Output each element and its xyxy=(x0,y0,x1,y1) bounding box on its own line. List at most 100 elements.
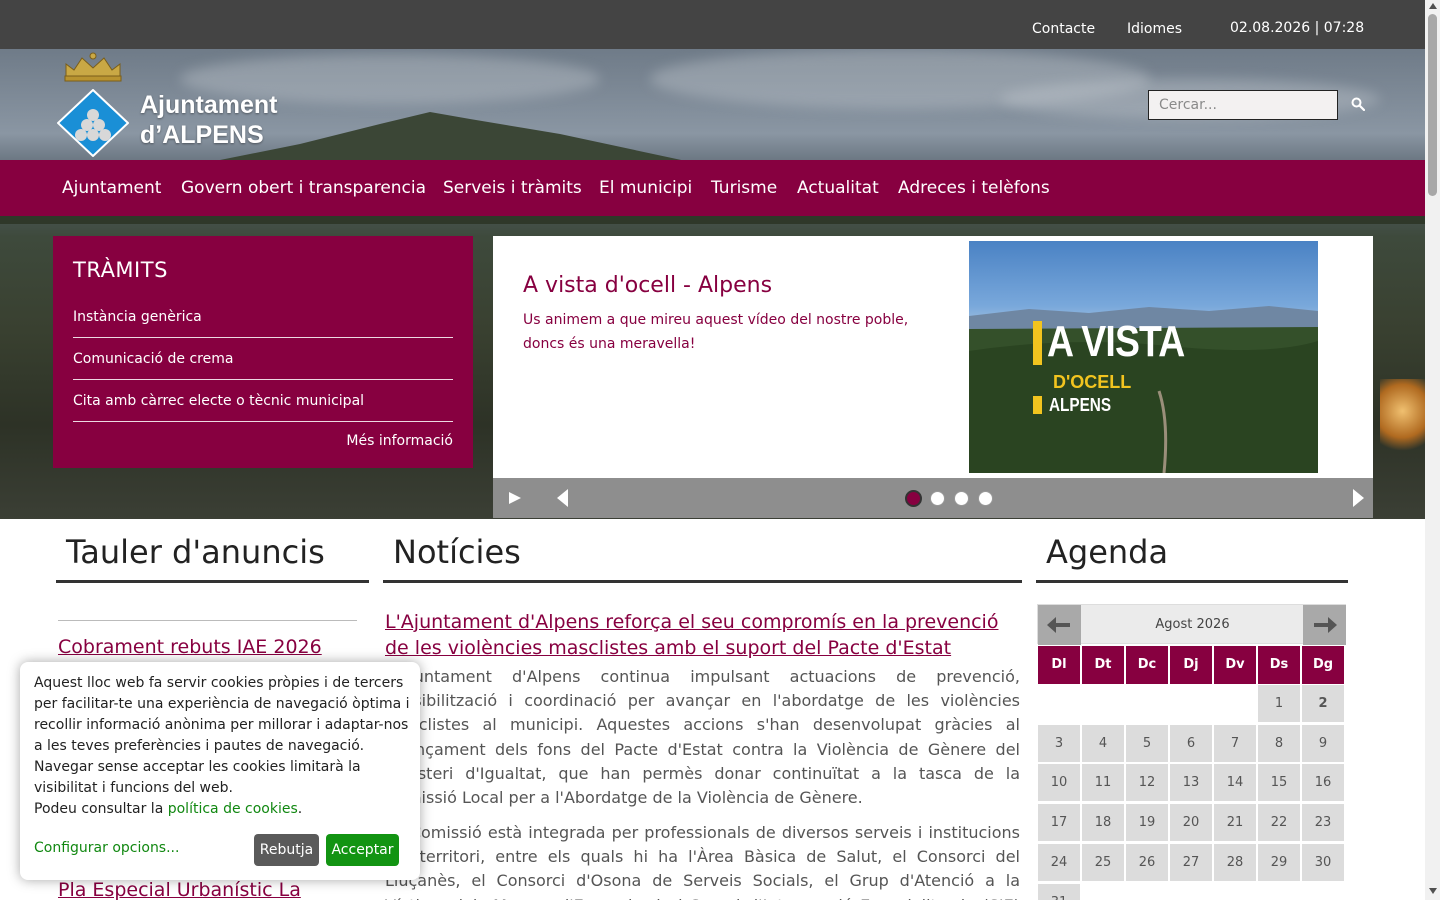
calendar-weekday-1: Dl xyxy=(1038,646,1080,684)
cookie-accept-button[interactable]: Acceptar xyxy=(326,834,399,866)
nav-item-adreces-telefons[interactable]: Adreces i telèfons xyxy=(898,178,1050,198)
calendar-day-21[interactable]: 21 xyxy=(1214,804,1256,842)
news-paragraph-1: L'Ajuntament d'Alpens continua impulsant… xyxy=(385,667,1020,808)
tauler-divider xyxy=(56,580,369,583)
current-datetime: 02.08.2026 | 07:28 xyxy=(1230,20,1365,36)
play-icon[interactable] xyxy=(508,491,522,505)
top-bar: Contacte Idiomes 02.08.2026 | 07:28 xyxy=(0,0,1425,49)
cookie-configure-link[interactable]: Configurar opcions... xyxy=(34,840,179,856)
calendar-day-2[interactable]: 2 xyxy=(1302,685,1344,722)
tramit-link-crema[interactable]: Comunicació de crema xyxy=(73,338,453,380)
cookie-reject-button[interactable]: Rebutja xyxy=(254,834,319,866)
calendar-day-6[interactable]: 6 xyxy=(1170,724,1212,762)
calendar-day-31[interactable]: 31 xyxy=(1038,883,1080,900)
calendar-day-4[interactable]: 4 xyxy=(1082,724,1124,762)
coat-of-arms-icon xyxy=(57,89,129,157)
slider-controls xyxy=(493,478,1373,518)
calendar-day-14[interactable]: 14 xyxy=(1214,764,1256,802)
nav-item-serveis-tramits[interactable]: Serveis i tràmits xyxy=(443,178,582,198)
cookie-policy-suffix: . xyxy=(297,801,303,817)
calendar-weekday-7: Dg xyxy=(1302,646,1344,684)
calendar-day-11[interactable]: 11 xyxy=(1082,764,1124,802)
page-scrollbar[interactable] xyxy=(1425,0,1440,900)
slider-dot-4[interactable] xyxy=(978,491,993,506)
cookie-message: Aquest lloc web fa servir cookies pròpie… xyxy=(34,673,410,820)
calendar-day-25[interactable]: 25 xyxy=(1082,843,1124,881)
calendar-day-10[interactable]: 10 xyxy=(1038,764,1080,802)
slider-dot-3[interactable] xyxy=(954,491,969,506)
cookie-consent-dialog: Aquest lloc web fa servir cookies pròpie… xyxy=(20,662,420,880)
calendar-day-30[interactable]: 30 xyxy=(1302,843,1344,881)
slide-image-text-1: A VISTA xyxy=(1047,317,1185,366)
calendar-day-13[interactable]: 13 xyxy=(1170,764,1212,802)
calendar-next-month[interactable] xyxy=(1303,605,1346,645)
calendar-day-1[interactable]: 1 xyxy=(1258,685,1300,722)
calendar-day-12[interactable]: 12 xyxy=(1126,764,1168,802)
arrow-right-icon xyxy=(1314,617,1337,633)
calendar-day-9[interactable]: 9 xyxy=(1302,724,1344,762)
cookie-policy-link[interactable]: política de cookies xyxy=(168,801,298,817)
nav-item-actualitat[interactable]: Actualitat xyxy=(797,178,879,198)
nav-item-el-municipi[interactable]: El municipi xyxy=(599,178,692,198)
calendar-day-23[interactable]: 23 xyxy=(1302,804,1344,842)
search-icon[interactable] xyxy=(1351,97,1365,111)
noticies-divider xyxy=(383,580,1022,583)
tramit-link-cita[interactable]: Cita amb càrrec electe o tècnic municipa… xyxy=(73,380,453,422)
calendar-header: Agost 2026 xyxy=(1037,604,1346,645)
calendar-day-8[interactable]: 8 xyxy=(1258,724,1300,762)
calendar-weekday-4: Dj xyxy=(1170,646,1212,684)
tauler-heading: Tauler d'anuncis xyxy=(66,533,325,571)
languages-link[interactable]: Idiomes xyxy=(1127,21,1182,37)
agenda-divider xyxy=(1036,580,1348,583)
nav-item-govern-obert[interactable]: Govern obert i transparencia xyxy=(181,178,426,198)
calendar-day-3[interactable]: 3 xyxy=(1038,724,1080,762)
previous-slide-icon[interactable] xyxy=(557,489,569,507)
calendar-day-19[interactable]: 19 xyxy=(1126,804,1168,842)
search-input[interactable] xyxy=(1148,90,1338,120)
tauler-separator xyxy=(58,620,357,621)
calendar-day-15[interactable]: 15 xyxy=(1258,764,1300,802)
tramits-panel: TRÀMITS Instància genèrica Comunicació d… xyxy=(53,236,473,468)
tauler-item-pla-especial[interactable]: Pla Especial Urbanístic La xyxy=(58,879,301,900)
scroll-down-arrow-icon[interactable] xyxy=(1429,888,1437,894)
slide-image-text-3: ALPENS xyxy=(1049,395,1112,415)
calendar-day-7[interactable]: 7 xyxy=(1214,724,1256,762)
calendar-day-28[interactable]: 28 xyxy=(1214,843,1256,881)
calendar-day-26[interactable]: 26 xyxy=(1126,843,1168,881)
cookie-policy-prefix: Podeu consultar la xyxy=(34,801,164,817)
tramits-more-info-link[interactable]: Més informació xyxy=(346,433,453,449)
calendar-month-label: Agost 2026 xyxy=(1155,617,1230,632)
slide-description: Us animem a que mireu aquest vídeo del n… xyxy=(523,312,909,352)
calendar-weekday-3: Dc xyxy=(1126,646,1168,684)
calendar-weekday-5: Dv xyxy=(1214,646,1256,684)
calendar-day-18[interactable]: 18 xyxy=(1082,804,1124,842)
calendar-day-16[interactable]: 16 xyxy=(1302,764,1344,802)
calendar-day-27[interactable]: 27 xyxy=(1170,843,1212,881)
slide-image[interactable]: A VISTA D'OCELL ALPENS xyxy=(969,241,1318,473)
agenda-heading: Agenda xyxy=(1046,533,1169,571)
tramit-link-instancia[interactable]: Instància genèrica xyxy=(73,296,453,338)
calendar-day-22[interactable]: 22 xyxy=(1258,804,1300,842)
calendar-day-24[interactable]: 24 xyxy=(1038,843,1080,881)
noticies-heading: Notícies xyxy=(393,533,521,571)
slider-dot-2[interactable] xyxy=(930,491,945,506)
calendar-day-29[interactable]: 29 xyxy=(1258,843,1300,881)
news-title-link[interactable]: L'Ajuntament d'Alpens reforça el seu com… xyxy=(385,609,1025,661)
slider-dot-1[interactable] xyxy=(905,490,922,507)
crown-icon xyxy=(64,52,122,82)
logo-title-line1[interactable]: Ajuntament xyxy=(140,90,278,120)
calendar-weekday-2: Dt xyxy=(1082,646,1124,684)
next-slide-icon[interactable] xyxy=(1352,489,1364,507)
scroll-up-arrow-icon[interactable] xyxy=(1429,3,1437,9)
slide-title[interactable]: A vista d'ocell - Alpens xyxy=(523,273,772,298)
contact-link[interactable]: Contacte xyxy=(1032,21,1095,37)
calendar-day-17[interactable]: 17 xyxy=(1038,804,1080,842)
logo-title-line2[interactable]: d’ALPENS xyxy=(140,120,264,150)
nav-item-ajuntament[interactable]: Ajuntament xyxy=(62,178,161,198)
calendar-day-20[interactable]: 20 xyxy=(1170,804,1212,842)
tauler-item-iae[interactable]: Cobrament rebuts IAE 2026 xyxy=(58,636,322,658)
nav-item-turisme[interactable]: Turisme xyxy=(711,178,777,198)
news-paragraph-2: La Comissió està integrada per professio… xyxy=(385,823,1020,900)
calendar-day-5[interactable]: 5 xyxy=(1126,724,1168,762)
scrollbar-thumb[interactable] xyxy=(1428,14,1437,196)
